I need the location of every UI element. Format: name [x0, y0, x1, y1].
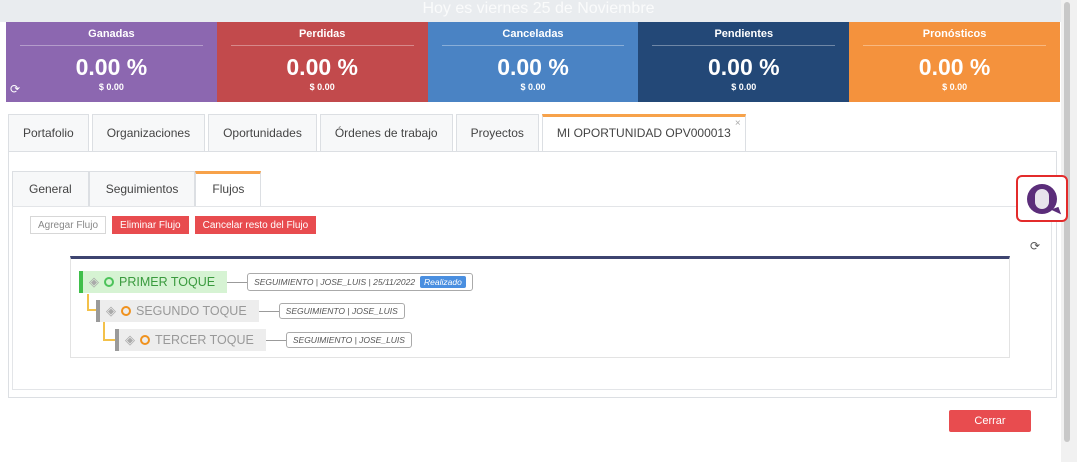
stat-card-ganadas: Ganadas 0.00 % $ 0.00 ⟳	[6, 22, 217, 102]
stat-label: Perdidas	[298, 28, 346, 40]
stat-percent: 0.00 %	[497, 54, 569, 80]
cancel-rest-flow-button[interactable]: Cancelar resto del Flujo	[194, 216, 317, 234]
tab-general[interactable]: General	[12, 171, 89, 207]
delete-flow-button[interactable]: Eliminar Flujo	[112, 216, 189, 234]
stat-card-canceladas: Canceladas 0.00 % $ 0.00	[427, 22, 639, 102]
node-info-text: SEGUIMIENTO | JOSE_LUIS | 25/11/2022	[254, 277, 416, 287]
flow-node-primer-toque[interactable]: ◈ PRIMER TOQUE SEGUIMIENTO | JOSE_LUIS |…	[79, 271, 473, 293]
top-bar: Hoy es viernes 25 de Noviembre	[0, 0, 1077, 22]
stat-amount: $ 0.00	[942, 82, 968, 92]
divider	[863, 45, 1046, 46]
stats-cards: Ganadas 0.00 % $ 0.00 ⟳ Perdidas 0.00 % …	[6, 22, 1060, 102]
stat-card-perdidas: Perdidas 0.00 % $ 0.00	[216, 22, 428, 102]
node-connector	[265, 339, 286, 341]
assistant-button[interactable]	[1016, 175, 1068, 222]
stat-percent: 0.00 %	[707, 54, 780, 80]
node-label-box: ◈ TERCER TOQUE	[119, 329, 266, 351]
stat-percent: 0.00 %	[75, 54, 148, 80]
flow-toolbar: Agregar Flujo Eliminar Flujo Cancelar re…	[30, 216, 317, 234]
stat-percent: 0.00 %	[918, 54, 991, 80]
circle-icon	[104, 277, 114, 287]
node-info[interactable]: SEGUIMIENTO | JOSE_LUIS	[278, 303, 405, 319]
main-tabs: Portafolio Organizaciones Oportunidades …	[8, 114, 749, 152]
stat-label: Pendientes	[714, 28, 774, 40]
stat-amount: $ 0.00	[731, 82, 757, 92]
node-connector	[258, 310, 279, 312]
node-title: PRIMER TOQUE	[119, 275, 216, 289]
tab-flujos[interactable]: Flujos	[195, 171, 262, 207]
diamond-icon: ◈	[125, 332, 135, 347]
node-info[interactable]: SEGUIMIENTO | JOSE_LUIS	[285, 332, 412, 348]
node-label-box: ◈ SEGUNDO TOQUE	[100, 300, 259, 322]
tab-proyectos[interactable]: Proyectos	[455, 114, 539, 152]
avatar-tail	[1050, 206, 1062, 217]
stat-amount: $ 0.00	[309, 82, 335, 92]
tab-organizaciones[interactable]: Organizaciones	[91, 114, 206, 152]
stat-label: Ganadas	[88, 28, 135, 40]
divider	[441, 45, 625, 46]
header-date: Hoy es viernes 25 de Noviembre	[422, 0, 655, 17]
divider	[652, 45, 836, 46]
close-button[interactable]: Cerrar	[949, 410, 1031, 432]
avatar-face	[1035, 188, 1049, 209]
divider	[230, 45, 414, 46]
stat-percent: 0.00 %	[286, 54, 358, 80]
divider	[20, 45, 203, 46]
stat-label: Canceladas	[502, 28, 564, 40]
tab-label: MI OPORTUNIDAD OPV000013	[556, 126, 731, 140]
diamond-icon: ◈	[106, 303, 116, 318]
tab-seguimientos[interactable]: Seguimientos	[88, 171, 196, 207]
node-connector	[227, 281, 248, 283]
refresh-icon[interactable]: ⟳	[10, 82, 20, 96]
close-icon[interactable]: ×	[735, 119, 741, 129]
tab-mi-oportunidad[interactable]: MI OPORTUNIDAD OPV000013 ×	[541, 114, 746, 152]
stat-label: Pronósticos	[922, 28, 987, 40]
tab-oportunidades[interactable]: Oportunidades	[208, 114, 317, 152]
add-flow-button[interactable]: Agregar Flujo	[30, 216, 107, 234]
stat-amount: $ 0.00	[520, 82, 546, 92]
node-info-text: SEGUIMIENTO | JOSE_LUIS	[292, 335, 405, 345]
node-info-text: SEGUIMIENTO | JOSE_LUIS	[285, 306, 398, 316]
refresh-icon[interactable]: ⟳	[1030, 239, 1040, 253]
stat-card-pendientes: Pendientes 0.00 % $ 0.00	[638, 22, 850, 102]
flow-node-segundo-toque[interactable]: ◈ SEGUNDO TOQUE SEGUIMIENTO | JOSE_LUIS	[96, 300, 405, 322]
stat-card-pronosticos: Pronósticos 0.00 % $ 0.00	[849, 22, 1060, 102]
scrollbar-thumb[interactable]	[1064, 2, 1070, 442]
tab-portafolio[interactable]: Portafolio	[8, 114, 89, 152]
diamond-icon: ◈	[89, 274, 99, 289]
circle-icon	[140, 335, 150, 345]
circle-icon	[121, 306, 131, 316]
status-badge: Realizado	[420, 276, 466, 288]
node-title: SEGUNDO TOQUE	[136, 304, 247, 318]
tab-ordenes-de-trabajo[interactable]: Órdenes de trabajo	[319, 114, 453, 152]
assistant-avatar-icon	[1027, 183, 1062, 217]
node-info[interactable]: SEGUIMIENTO | JOSE_LUIS | 25/11/2022 Rea…	[247, 273, 473, 291]
flow-node-tercer-toque[interactable]: ◈ TERCER TOQUE SEGUIMIENTO | JOSE_LUIS	[115, 329, 412, 351]
node-title: TERCER TOQUE	[155, 333, 254, 347]
sub-tabs: General Seguimientos Flujos	[12, 171, 262, 207]
node-label-box: ◈ PRIMER TOQUE	[83, 271, 228, 293]
stat-amount: $ 0.00	[98, 82, 124, 92]
